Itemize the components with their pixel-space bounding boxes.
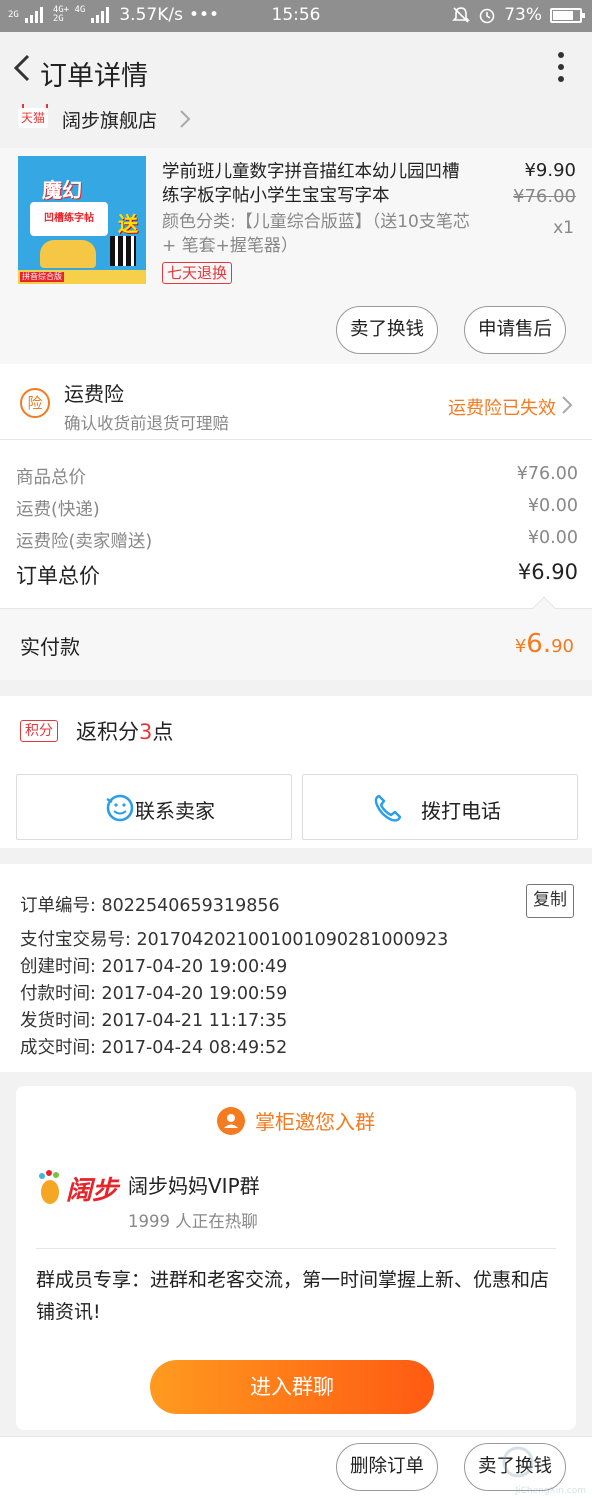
product-image[interactable]: 魔幻 凹槽练字帖 送 拼音综合版 <box>18 156 146 284</box>
completed-time: 成交时间: 2017-04-24 08:49:52 <box>20 1038 288 1058</box>
paid-currency: ¥ <box>514 636 527 657</box>
product-image-subtitle: 凹槽练字帖 <box>44 213 94 224</box>
product-image-send: 送 <box>118 212 138 236</box>
group-invite-title: 掌柜邀您入群 <box>255 1110 375 1134</box>
group-people-icon <box>217 1107 245 1135</box>
group-description: 群成员专享：进群和老客交流，第一时间掌握上新、优惠和店铺资讯! <box>36 1269 550 1323</box>
points-text: 返积分3点 <box>76 720 174 744</box>
nav-bar: 订单详情 <box>0 32 592 108</box>
points-row: 积分 返积分3点 <box>0 696 592 764</box>
contact-seller-label: 联系卖家 <box>135 799 215 823</box>
points-badge: 积分 <box>20 720 58 742</box>
product-item: 魔幻 凹槽练字帖 送 拼音综合版 学前班儿童数字拼音描红本幼儿园凹槽练字板字帖小… <box>0 148 592 364</box>
shipped-time: 发货时间: 2017-04-21 11:17:35 <box>20 1011 288 1031</box>
insurance-status: 运费险已失效 <box>448 398 556 419</box>
alipay-transaction-id: 支付宝交易号: 2017042021001001090281000923 <box>20 930 449 950</box>
group-invite-header: 掌柜邀您入群 <box>16 1106 576 1135</box>
status-bar: 2G 4G+ 4G 2G 3.57K/s ••• 15:56 73% <box>0 0 592 32</box>
summary-label: 商品总价 <box>16 468 86 488</box>
call-phone-button[interactable]: 拨打电话 <box>302 774 578 840</box>
paid-integer: 6. <box>526 629 552 659</box>
watermark-text: JiChengXin.com <box>515 1486 586 1496</box>
product-quantity: x1 <box>553 218 574 238</box>
summary-value: ¥76.00 <box>516 464 578 484</box>
shop-name[interactable]: 阔步旗舰店 <box>62 106 157 133</box>
group-online-count: 1999 人正在热聊 <box>128 1212 258 1231</box>
product-spec: 颜色分类:【儿童综合版蓝】（送10支笔芯+ 笔套+握笔器） <box>162 212 470 256</box>
chevron-right-icon <box>562 396 573 414</box>
phone-icon <box>374 794 402 822</box>
order-total-label: 订单总价 <box>16 564 100 588</box>
delete-order-button[interactable]: 删除订单 <box>336 1443 439 1491</box>
order-info: 订单编号: 8022540659319856 支付宝交易号: 201704202… <box>0 864 592 1072</box>
product-original-price: ¥76.00 <box>513 186 576 207</box>
contact-seller-button[interactable]: 联系卖家 <box>16 774 292 840</box>
aftersale-button[interactable]: 申请售后 <box>464 306 567 354</box>
mute-icon <box>452 7 471 23</box>
paid-amount-row: 实付款 ¥6.90 <box>0 608 592 680</box>
summary-label: 运费险(卖家赠送) <box>16 532 153 552</box>
product-image-title: 魔幻 <box>42 178 82 202</box>
points-count: 3 <box>139 720 153 744</box>
product-image-pens <box>110 236 136 266</box>
product-image-kids <box>40 240 96 268</box>
group-logo: 阔步 <box>36 1166 132 1210</box>
product-image-tag: 拼音综合版 <box>20 272 64 282</box>
chevron-right-icon <box>180 110 191 128</box>
divider <box>36 1248 556 1249</box>
footprint-icon <box>39 1170 59 1204</box>
watermark: JiChengXin.com <box>476 1440 586 1496</box>
chat-face-icon <box>106 794 134 822</box>
order-number: 订单编号: 8022540659319856 <box>20 896 280 916</box>
sell-button[interactable]: 卖了换钱 <box>336 306 439 354</box>
insurance-title: 运费险 <box>64 382 124 406</box>
summary-value: ¥0.00 <box>527 496 578 516</box>
summary-label: 运费(快递) <box>16 500 100 520</box>
contact-row: 联系卖家 拨打电话 <box>0 764 592 848</box>
copy-button[interactable]: 复制 <box>526 884 574 918</box>
back-arrow-icon[interactable] <box>8 50 38 86</box>
created-time: 创建时间: 2017-04-20 19:00:49 <box>20 957 288 977</box>
price-summary: 商品总价 ¥76.00 运费(快递) ¥0.00 运费险(卖家赠送) ¥0.00… <box>0 440 592 608</box>
summary-value: ¥0.00 <box>527 528 578 548</box>
insurance-icon: 险 <box>20 388 50 418</box>
product-price: ¥9.90 <box>524 160 576 181</box>
paid-label: 实付款 <box>20 635 80 659</box>
battery-icon <box>550 7 585 23</box>
return-policy-badge: 七天退换 <box>162 262 233 284</box>
product-title[interactable]: 学前班儿童数字拼音描红本幼儿园凹槽练字板字帖小学生宝宝写字本 <box>162 160 472 208</box>
tmall-logo-icon: 天猫 <box>18 104 48 128</box>
alarm-icon <box>479 8 495 24</box>
group-invite-card: 掌柜邀您入群 阔步 阔步妈妈VIP群 1999 人正在热聊 群成员专享：进群和老… <box>16 1086 576 1430</box>
paid-value: ¥6.90 <box>515 629 574 659</box>
page-title: 订单详情 <box>40 61 148 92</box>
insurance-subtitle: 确认收货前退货可理赔 <box>64 414 229 433</box>
shop-row[interactable]: 天猫 阔步旗舰店 <box>0 100 592 148</box>
battery-percent: 73% <box>504 5 542 25</box>
call-phone-label: 拨打电话 <box>421 799 501 823</box>
group-name: 阔步妈妈VIP群 <box>128 1174 260 1198</box>
paid-decimal: 90 <box>551 636 574 657</box>
shipping-insurance-row[interactable]: 险 运费险 确认收货前退货可理赔 运费险已失效 <box>0 364 592 440</box>
order-total-value: ¥6.90 <box>517 560 578 584</box>
join-group-button[interactable]: 进入群聊 <box>150 1360 434 1414</box>
group-logo-text: 阔步 <box>66 1176 119 1206</box>
bottom-action-bar: 删除订单 卖了换钱 JiChengXin.com <box>0 1436 592 1500</box>
more-options-icon[interactable] <box>556 52 566 86</box>
product-image-banner: 凹槽练字帖 <box>30 202 108 236</box>
watermark-logo-icon <box>502 1446 534 1478</box>
battery-level <box>553 10 574 20</box>
paid-time: 付款时间: 2017-04-20 19:00:59 <box>20 984 288 1004</box>
